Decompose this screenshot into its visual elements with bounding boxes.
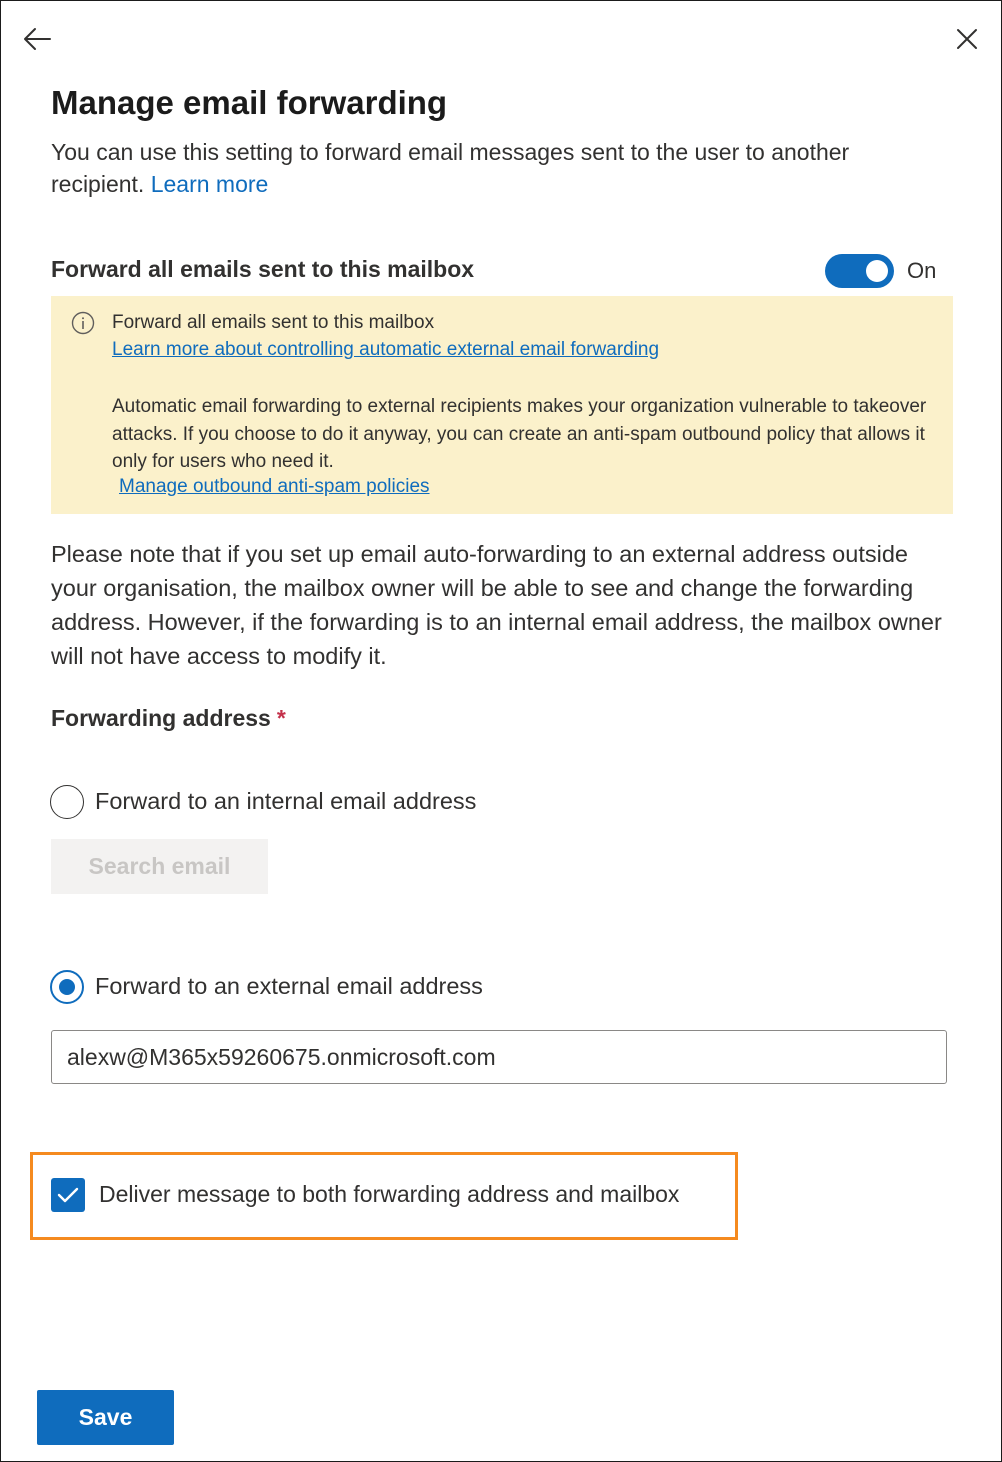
arrow-left-icon xyxy=(24,28,51,50)
toggle-knob xyxy=(866,260,888,282)
external-email-input[interactable]: alexw@M365x59260675.onmicrosoft.com xyxy=(51,1030,947,1084)
radio-selected-dot xyxy=(59,979,75,995)
forward-toggle-label: Forward all emails sent to this mailbox xyxy=(51,256,475,282)
panel-description: You can use this setting to forward emai… xyxy=(51,136,931,200)
banner-body: Automatic email forwarding to external r… xyxy=(112,396,927,472)
radio-internal-label[interactable]: Forward to an internal email address xyxy=(95,788,476,815)
close-icon xyxy=(957,29,977,49)
back-button[interactable] xyxy=(18,22,56,56)
forwarding-address-label-text: Forwarding address xyxy=(51,705,271,731)
forwarding-note: Please note that if you set up email aut… xyxy=(51,541,942,669)
manage-anti-spam-policies-link[interactable]: Manage outbound anti-spam policies xyxy=(119,476,430,498)
external-forwarding-learn-more-link[interactable]: Learn more about controlling automatic e… xyxy=(112,339,659,361)
forward-toggle[interactable] xyxy=(825,254,894,288)
deliver-both-label[interactable]: Deliver message to both forwarding addre… xyxy=(99,1181,679,1208)
save-button[interactable]: Save xyxy=(37,1390,174,1445)
learn-more-link[interactable]: Learn more xyxy=(151,171,269,197)
banner-title: Forward all emails sent to this mailbox xyxy=(112,312,435,333)
search-email-button[interactable]: Search email xyxy=(51,839,268,894)
close-button[interactable] xyxy=(948,22,986,56)
radio-external-label[interactable]: Forward to an external email address xyxy=(95,973,483,1000)
info-icon xyxy=(71,311,95,335)
required-asterisk: * xyxy=(276,705,286,731)
toggle-state-text: On xyxy=(907,258,937,283)
radio-internal-address[interactable] xyxy=(50,785,84,819)
forwarding-info-banner: Forward all emails sent to this mailbox … xyxy=(51,296,953,514)
radio-external-address[interactable] xyxy=(50,970,84,1004)
page-title: Manage email forwarding xyxy=(51,84,448,121)
deliver-both-checkbox[interactable] xyxy=(51,1178,85,1212)
forwarding-address-label: Forwarding address * xyxy=(51,705,286,732)
checkmark-icon xyxy=(57,1187,79,1203)
